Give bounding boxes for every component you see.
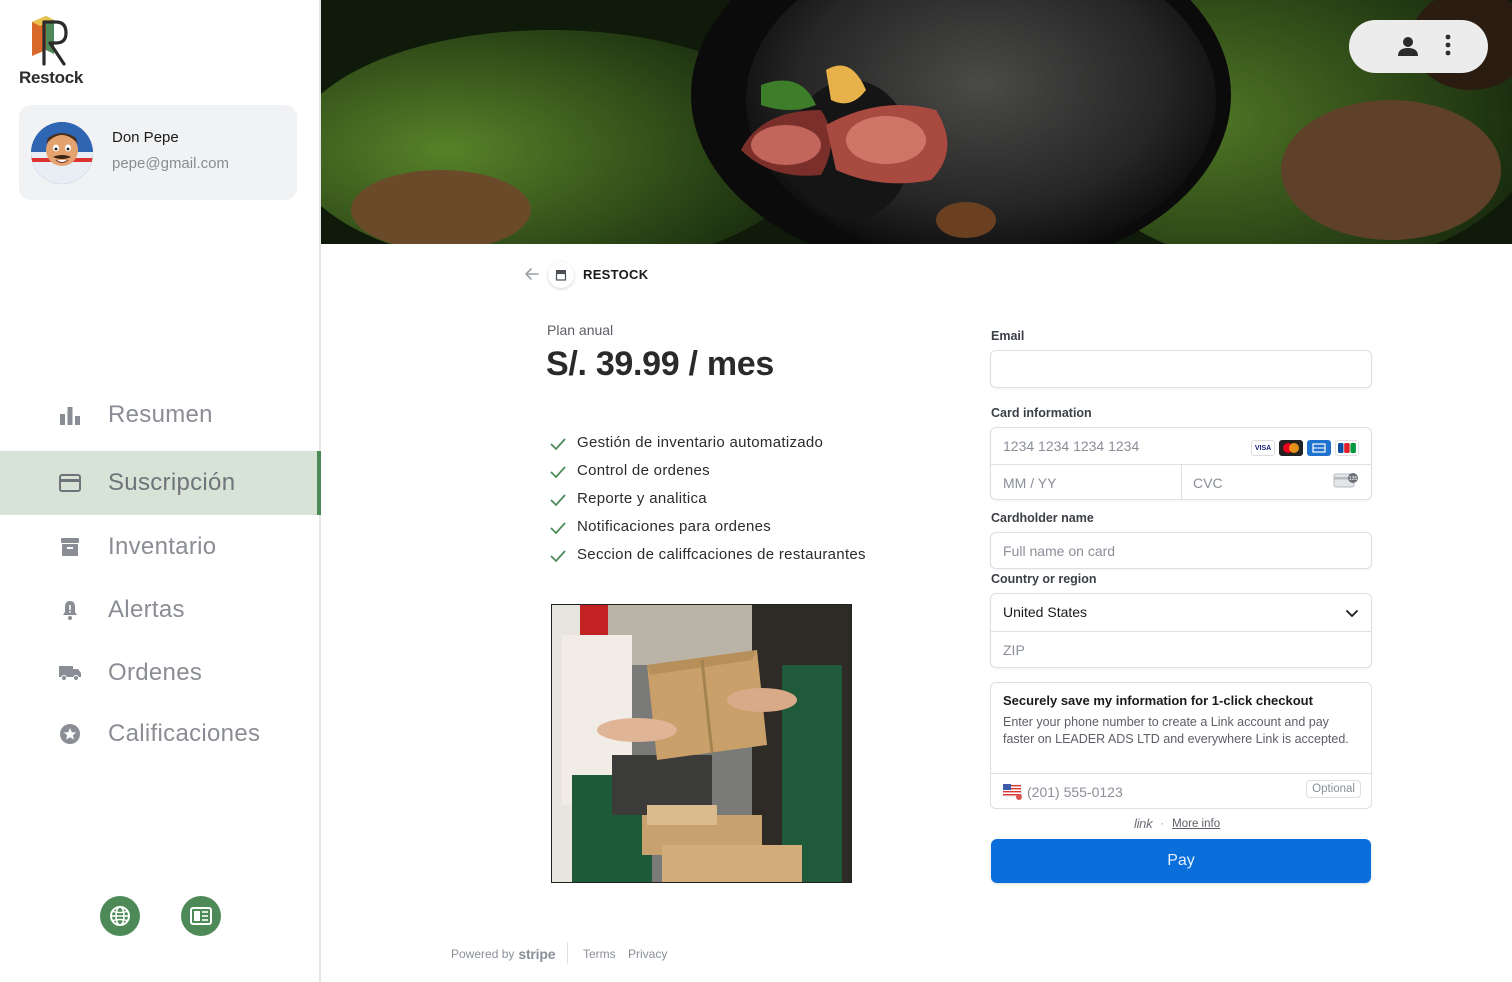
sidebar-item-ordenes[interactable]: Ordenes bbox=[0, 641, 321, 705]
card-brands: VISA bbox=[1251, 440, 1359, 456]
powered-by-label: Powered by bbox=[451, 947, 515, 961]
top-actions-pill bbox=[1349, 20, 1488, 73]
sidebar-item-resumen[interactable]: Resumen bbox=[0, 383, 321, 447]
link-title: Securely save my information for 1-click… bbox=[1003, 693, 1313, 708]
language-button[interactable] bbox=[100, 896, 140, 936]
sidebar-item-label: Ordenes bbox=[108, 659, 203, 686]
card-number-input[interactable]: 1234 1234 1234 1234 bbox=[1003, 438, 1139, 454]
cardholder-placeholder: Full name on card bbox=[1003, 543, 1116, 559]
feature-label: Reporte y analitica bbox=[577, 490, 707, 507]
dot-separator: · bbox=[1160, 817, 1165, 830]
restock-logo-icon bbox=[32, 16, 68, 66]
country-label: Country or region bbox=[991, 572, 1097, 586]
phone-input[interactable]: (201) 555-0123 bbox=[1027, 784, 1123, 800]
link-footer: link · More info bbox=[1134, 816, 1220, 831]
check-icon bbox=[550, 548, 566, 570]
more-info-link[interactable]: More info bbox=[1172, 818, 1220, 830]
merchant-logo bbox=[548, 262, 574, 288]
check-icon bbox=[550, 520, 566, 542]
sidebar-item-alertas[interactable]: Alertas bbox=[0, 578, 321, 642]
plan-price: S/. 39.99 / mes bbox=[546, 345, 774, 383]
feature-label: Notificaciones para ordenes bbox=[577, 518, 772, 535]
svg-text:135: 135 bbox=[1349, 476, 1358, 482]
plan-name: Plan anual bbox=[547, 322, 614, 338]
sidebar-item-label: Inventario bbox=[108, 533, 217, 560]
product-image bbox=[551, 604, 852, 883]
sidebar-item-inventario[interactable]: Inventario bbox=[0, 515, 321, 579]
pay-button[interactable]: Pay bbox=[991, 839, 1371, 883]
list-item: Gestión de inventario automatizado bbox=[548, 432, 866, 460]
feature-label: Control de ordenes bbox=[577, 462, 710, 479]
us-flag-icon[interactable] bbox=[1002, 783, 1023, 805]
app-name: Restock bbox=[19, 68, 84, 87]
sidebar-item-label: Alertas bbox=[108, 596, 185, 623]
sidebar: Restock Don Pepe pepe@gmail.com Resumen … bbox=[0, 0, 321, 982]
cvc-card-icon: 135 bbox=[1333, 472, 1359, 493]
visa-icon: VISA bbox=[1251, 440, 1275, 456]
more-vertical-icon[interactable] bbox=[1445, 34, 1451, 61]
link-divider bbox=[991, 773, 1371, 774]
email-label: Email bbox=[991, 329, 1025, 343]
sidebar-item-label: Suscripción bbox=[108, 469, 236, 496]
check-icon bbox=[550, 492, 566, 514]
zip-input[interactable]: ZIP bbox=[1003, 642, 1025, 658]
mastercard-icon bbox=[1279, 440, 1303, 456]
account-icon[interactable] bbox=[1397, 35, 1419, 62]
features-list: Gestión de inventario automatizado Contr… bbox=[548, 432, 866, 572]
star-icon bbox=[58, 722, 82, 746]
card-info-group: 1234 1234 1234 1234 VISA MM / YY CVC 135 bbox=[990, 427, 1372, 500]
user-email: pepe@gmail.com bbox=[112, 155, 229, 172]
check-icon bbox=[550, 464, 566, 486]
avatar bbox=[31, 122, 93, 184]
list-item: Seccion de califfcaciones de restaurante… bbox=[548, 544, 866, 572]
feature-label: Seccion de califfcaciones de restaurante… bbox=[577, 546, 866, 563]
archive-icon bbox=[58, 535, 82, 559]
bar-chart-icon bbox=[58, 403, 82, 427]
link-save-box: Securely save my information for 1-click… bbox=[990, 682, 1372, 809]
app-logo[interactable]: Restock bbox=[18, 16, 98, 88]
link-logo: link bbox=[1134, 816, 1153, 831]
newspaper-icon bbox=[190, 907, 212, 925]
optional-badge: Optional bbox=[1306, 780, 1361, 798]
list-item: Reporte y analitica bbox=[548, 488, 866, 516]
card-divider bbox=[1181, 464, 1182, 500]
sidebar-item-calificaciones[interactable]: Calificaciones bbox=[0, 702, 321, 766]
sidebar-item-label: Calificaciones bbox=[108, 720, 261, 747]
credit-card-icon bbox=[58, 471, 82, 495]
address-divider bbox=[991, 631, 1371, 632]
chevron-down-icon[interactable] bbox=[1345, 606, 1359, 624]
powered-by-stripe[interactable]: Powered by stripe bbox=[451, 946, 556, 962]
list-item: Notificaciones para ordenes bbox=[548, 516, 866, 544]
store-icon bbox=[555, 270, 567, 281]
truck-icon bbox=[58, 661, 82, 685]
hero-banner-image bbox=[321, 0, 1512, 244]
link-description: Enter your phone number to create a Link… bbox=[1003, 715, 1349, 746]
check-icon bbox=[550, 436, 566, 458]
back-arrow-icon[interactable] bbox=[524, 266, 540, 287]
footer-divider bbox=[567, 942, 568, 964]
cardholder-field[interactable]: Full name on card bbox=[990, 532, 1372, 569]
cardholder-label: Cardholder name bbox=[991, 511, 1094, 525]
sidebar-item-label: Resumen bbox=[108, 401, 213, 428]
email-field[interactable] bbox=[990, 350, 1372, 388]
user-name: Don Pepe bbox=[112, 129, 179, 146]
bell-icon bbox=[58, 598, 82, 622]
feature-label: Gestión de inventario automatizado bbox=[577, 434, 824, 451]
user-profile-card[interactable]: Don Pepe pepe@gmail.com bbox=[19, 105, 297, 200]
list-item: Control de ordenes bbox=[548, 460, 866, 488]
news-button[interactable] bbox=[181, 896, 221, 936]
card-info-label: Card information bbox=[991, 406, 1092, 420]
cvc-input[interactable]: CVC bbox=[1193, 475, 1223, 491]
stripe-logo: stripe bbox=[518, 946, 556, 962]
privacy-link[interactable]: Privacy bbox=[628, 947, 667, 961]
globe-icon bbox=[110, 906, 130, 926]
merchant-name: RESTOCK bbox=[583, 267, 649, 282]
jcb-icon bbox=[1335, 440, 1359, 456]
sidebar-item-suscripcion[interactable]: Suscripción bbox=[0, 451, 321, 515]
address-group: United States ZIP bbox=[990, 593, 1372, 668]
amex-icon bbox=[1307, 440, 1331, 456]
country-select[interactable]: United States bbox=[1003, 604, 1087, 620]
terms-link[interactable]: Terms bbox=[583, 947, 616, 961]
expiry-input[interactable]: MM / YY bbox=[1003, 475, 1056, 491]
